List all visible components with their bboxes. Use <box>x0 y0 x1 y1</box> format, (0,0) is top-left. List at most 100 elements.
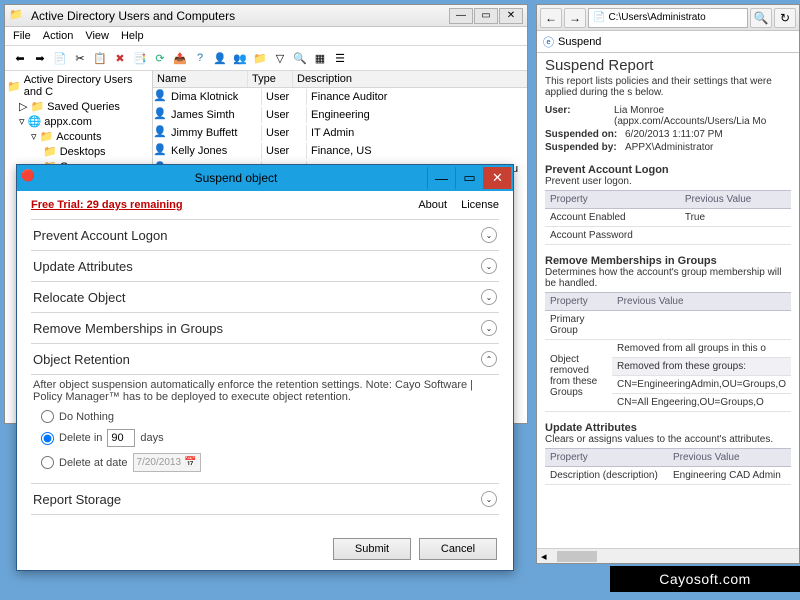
dialog-maximize-button[interactable]: ▭ <box>455 167 483 189</box>
menu-file[interactable]: File <box>13 30 31 42</box>
tree-domain[interactable]: ▿🌐appx.com <box>7 114 150 129</box>
meta-by-label: Suspended by: <box>545 142 625 153</box>
close-button[interactable]: ✕ <box>499 8 523 24</box>
section-remove[interactable]: Remove Memberships in Groups⌄ <box>31 312 499 343</box>
list-row[interactable]: 👤Dima KlotnickUserFinance Auditor <box>153 88 527 106</box>
ie-scrollbar[interactable]: ◂ <box>537 548 799 563</box>
help-icon[interactable]: ? <box>191 49 209 67</box>
minimize-button[interactable]: — <box>449 8 473 24</box>
section-update[interactable]: Update Attributes⌄ <box>31 250 499 281</box>
tree-saved-queries[interactable]: ▷📁Saved Queries <box>7 99 150 114</box>
radio-label: Do Nothing <box>59 411 114 423</box>
folder-icon: 📁 <box>40 130 54 143</box>
trial-link[interactable]: Free Trial: 29 days remaining <box>31 199 183 211</box>
chevron-down-icon: ⌄ <box>481 320 497 336</box>
list-row[interactable]: 👤Kelly JonesUserFinance, US <box>153 142 527 160</box>
export-icon[interactable]: 📤 <box>171 49 189 67</box>
cell-desc: Finance, US <box>307 143 527 159</box>
aduc-titlebar[interactable]: 📁 Active Directory Users and Computers —… <box>5 5 527 27</box>
report-body: Suspend Report This report lists policie… <box>537 53 799 489</box>
section-sub: Prevent user logon. <box>545 176 791 187</box>
collapse-icon: ▿ <box>19 115 25 128</box>
scroll-thumb[interactable] <box>557 551 597 562</box>
back-icon[interactable]: ⬅ <box>11 49 29 67</box>
ie-tab-label: Suspend <box>558 36 601 48</box>
copy-icon[interactable]: 📋 <box>91 49 109 67</box>
tool1-icon[interactable]: ▦ <box>311 49 329 67</box>
ou-icon[interactable]: 📁 <box>251 49 269 67</box>
ie-tab[interactable]: ⓔ Suspend <box>537 31 799 53</box>
radio-do-nothing[interactable] <box>41 410 54 423</box>
section-label: Relocate Object <box>33 290 126 305</box>
dialog-titlebar[interactable]: 🛑 Suspend object — ▭ ✕ <box>17 165 513 191</box>
col-desc[interactable]: Description <box>293 71 527 87</box>
scroll-left-icon[interactable]: ◂ <box>537 550 551 563</box>
section-relocate[interactable]: Relocate Object⌄ <box>31 281 499 312</box>
tool2-icon[interactable]: ☰ <box>331 49 349 67</box>
delete-at-date-picker[interactable]: 7/20/2013📅 <box>133 453 201 472</box>
dialog-close-button[interactable]: ✕ <box>483 167 511 189</box>
chevron-down-icon: ⌄ <box>481 491 497 507</box>
user-icon: 👤 <box>153 107 167 123</box>
th-prev: Previous Value <box>680 191 791 209</box>
section-storage[interactable]: Report Storage⌄ <box>31 483 499 515</box>
report-title: Suspend Report <box>545 57 791 74</box>
retention-delete-at[interactable]: Delete at date7/20/2013📅 <box>33 450 497 475</box>
filter-icon[interactable]: ▽ <box>271 49 289 67</box>
refresh-icon[interactable]: ⟳ <box>151 49 169 67</box>
menu-view[interactable]: View <box>85 30 109 42</box>
menu-help[interactable]: Help <box>121 30 144 42</box>
ie-search-button[interactable]: 🔍 <box>750 8 772 28</box>
tree-root[interactable]: 📁Active Directory Users and C <box>7 73 150 99</box>
list-row[interactable]: 👤James SimthUserEngineering <box>153 106 527 124</box>
cell-desc: IT Admin <box>307 125 527 141</box>
section-sub: Determines how the account's group membe… <box>545 267 791 289</box>
td-prop: Object removed from these Groups <box>545 340 612 412</box>
col-name[interactable]: Name <box>153 71 248 87</box>
section-retention[interactable]: Object Retention⌃ <box>31 343 499 374</box>
th-property: Property <box>545 191 680 209</box>
retention-do-nothing[interactable]: Do Nothing <box>33 407 497 426</box>
forward-icon[interactable]: ➡ <box>31 49 49 67</box>
ie-logo-icon: ⓔ <box>543 34 554 50</box>
cancel-button[interactable]: Cancel <box>419 538 497 560</box>
retention-delete-in[interactable]: Delete indays <box>33 426 497 450</box>
dialog-minimize-button[interactable]: — <box>427 167 455 189</box>
menu-action[interactable]: Action <box>43 30 74 42</box>
cell-type: User <box>262 107 307 123</box>
cell-type: User <box>262 89 307 105</box>
retention-body: After object suspension automatically en… <box>31 374 499 483</box>
radio-delete-at[interactable] <box>41 456 54 469</box>
chevron-up-icon: ⌃ <box>481 351 497 367</box>
ie-forward-button[interactable]: → <box>564 8 586 28</box>
suspend-dialog: 🛑 Suspend object — ▭ ✕ Free Trial: 29 da… <box>16 164 514 571</box>
ie-refresh-button[interactable]: ↻ <box>774 8 796 28</box>
up-icon[interactable]: 📄 <box>51 49 69 67</box>
find-icon[interactable]: 🔍 <box>291 49 309 67</box>
cut-icon[interactable]: ✂ <box>71 49 89 67</box>
radio-delete-in[interactable] <box>41 432 54 445</box>
report-section-update: Update Attributes Clears or assigns valu… <box>545 422 791 485</box>
delete-in-days-input[interactable] <box>107 429 135 447</box>
properties-icon[interactable]: 📑 <box>131 49 149 67</box>
submit-button[interactable]: Submit <box>333 538 411 560</box>
tree-accounts[interactable]: ▿📁Accounts <box>7 129 150 144</box>
group-icon[interactable]: 👥 <box>231 49 249 67</box>
cell-name: Dima Klotnick <box>167 89 262 105</box>
section-prevent[interactable]: Prevent Account Logon⌄ <box>31 219 499 250</box>
ie-back-button[interactable]: ← <box>540 8 562 28</box>
cell-name: Kelly Jones <box>167 143 262 159</box>
user-icon[interactable]: 👤 <box>211 49 229 67</box>
report-section-remove: Remove Memberships in Groups Determines … <box>545 255 791 412</box>
delete-icon[interactable]: ✖ <box>111 49 129 67</box>
tree-desktops[interactable]: 📁Desktops <box>7 144 150 159</box>
col-type[interactable]: Type <box>248 71 293 87</box>
retention-desc: After object suspension automatically en… <box>33 379 497 403</box>
maximize-button[interactable]: ▭ <box>474 8 498 24</box>
license-link[interactable]: License <box>461 199 499 211</box>
about-link[interactable]: About <box>418 199 447 211</box>
ie-address-bar[interactable]: 📄C:\Users\Administrato <box>588 8 748 28</box>
td-prop: Account Password <box>545 227 680 245</box>
list-row[interactable]: 👤Jimmy BuffettUserIT Admin <box>153 124 527 142</box>
section-label: Prevent Account Logon <box>33 228 167 243</box>
